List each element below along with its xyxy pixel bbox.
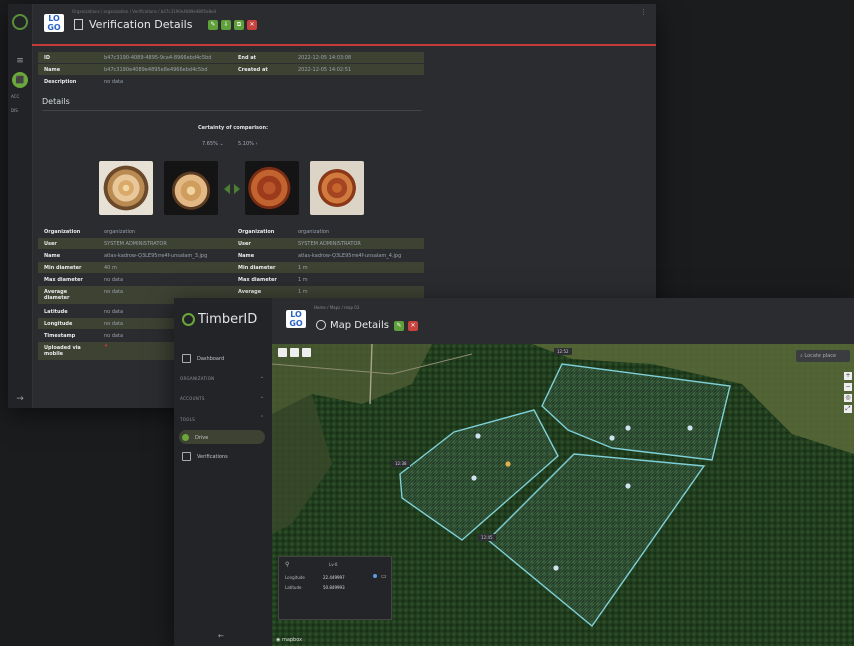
- pin-icon: ⚲: [285, 561, 290, 568]
- sidebar-acc-label: ACC: [11, 94, 20, 99]
- arrow-right-icon: [234, 184, 240, 194]
- sidebar-group-accounts[interactable]: ACCOUNTS: [180, 396, 205, 401]
- log-image-2[interactable]: [164, 161, 218, 215]
- table-row: Latitude no data: [44, 309, 124, 315]
- map-sidebar: TimberID Dashboard ORGANIZATION ⌄ ACCOUN…: [174, 298, 273, 646]
- table-row: Organization organization Organization o…: [44, 229, 330, 235]
- verification-sidebar: ≡ ⬛ ACC DIS →: [8, 4, 33, 408]
- sidebar-item-dashboard[interactable]: Dashboard: [182, 354, 224, 363]
- globe-icon: [316, 320, 326, 330]
- delete-button[interactable]: ✕: [408, 321, 418, 331]
- draw-polygon-icon[interactable]: [278, 348, 287, 357]
- map-marker[interactable]: [553, 565, 559, 571]
- edit-button[interactable]: ✎: [208, 20, 218, 30]
- draw-point-icon[interactable]: [290, 348, 299, 357]
- table-row: ID b47c3190-4089-4895-9ca4-8966ebd4c5bd …: [38, 52, 424, 63]
- map-header: LO GO Home / Maps / map 03 Map Details ✎ …: [272, 298, 854, 344]
- sidebar-dis-label: DIS: [11, 108, 18, 113]
- map-marker[interactable]: [625, 425, 631, 431]
- org-badge-icon: LO GO: [44, 14, 64, 32]
- timestamp-label: 12:45: [478, 534, 496, 541]
- zoom-in-button[interactable]: +: [844, 372, 852, 380]
- zoom-out-button[interactable]: −: [844, 383, 852, 391]
- map-window: TimberID Dashboard ORGANIZATION ⌄ ACCOUN…: [174, 298, 854, 646]
- drive-icon[interactable]: ⬛: [12, 72, 28, 88]
- map-marker[interactable]: [687, 425, 693, 431]
- page-title: Verification Details: [89, 18, 193, 31]
- map-marker[interactable]: [471, 475, 477, 481]
- certainty-label: Certainty of comparison:: [198, 125, 269, 131]
- mapbox-attribution[interactable]: ◉ mapbox: [276, 637, 302, 643]
- collapse-arrow-icon[interactable]: ←: [218, 632, 224, 640]
- breadcrumb[interactable]: Organizations / organization / Verificat…: [72, 9, 216, 14]
- timberid-logo-icon: [12, 14, 28, 30]
- table-row: Timestamp no data: [44, 333, 124, 339]
- trash-icon[interactable]: [302, 348, 311, 357]
- map-marker[interactable]: [475, 433, 481, 439]
- edit-button[interactable]: ✎: [394, 321, 404, 331]
- download-button[interactable]: ⇩: [221, 20, 231, 30]
- table-row: Max diameter no data Max diameter 1 m: [44, 277, 308, 283]
- zoom-controls: + − ◎ ⤢: [844, 372, 852, 416]
- folder-icon[interactable]: ▭: [381, 573, 387, 580]
- sidebar-group-tools[interactable]: TOOLS: [180, 417, 195, 422]
- breadcrumb[interactable]: Home / Maps / map 03: [314, 305, 359, 310]
- dashboard-icon: [182, 354, 191, 363]
- verifications-icon: [182, 452, 191, 461]
- fullscreen-button[interactable]: ⤢: [844, 405, 852, 413]
- drive-icon: [182, 434, 189, 441]
- table-row: Uploaded via mobile •: [38, 342, 174, 360]
- timestamp-label: 12:38: [392, 460, 410, 467]
- satellite-map[interactable]: ⌕ Locate place + − ◎ ⤢ 12:52 12:38 12:45…: [271, 343, 854, 646]
- compass-button[interactable]: ◎: [844, 394, 852, 402]
- log-image-3[interactable]: [245, 161, 299, 215]
- copy-button[interactable]: ⧉: [234, 20, 244, 30]
- org-badge-icon: LO GO: [286, 310, 306, 328]
- timestamp-label: 12:52: [554, 348, 572, 355]
- table-row: Name atlas-kadrow-Q3LE95rre4f-unsalam_3.…: [44, 253, 402, 259]
- timberid-logo-icon: [182, 313, 195, 326]
- map-marker-selected[interactable]: [505, 461, 511, 467]
- document-icon: [74, 19, 83, 30]
- delete-button[interactable]: ✕: [247, 20, 257, 30]
- table-row: Description no data: [44, 79, 124, 85]
- brand-logo[interactable]: TimberID: [182, 312, 257, 327]
- table-row: Min diameter 40 m Min diameter 1 m: [38, 262, 424, 273]
- chevron-up-icon[interactable]: ⌃: [260, 415, 264, 421]
- table-row: User SYSTEM ADMINISTRATOR User SYSTEM AD…: [38, 238, 424, 249]
- right-certainty-select[interactable]: 5.10% ›: [238, 141, 257, 147]
- expand-arrow-icon[interactable]: →: [15, 394, 25, 404]
- map-search-input[interactable]: ⌕ Locate place: [796, 350, 850, 362]
- table-row: Longitude no data: [38, 318, 174, 329]
- log-image-1[interactable]: [99, 161, 153, 215]
- point-info-popup[interactable]: ⚲ Lv-0 Longitude 22.449997 Latitude 50.8…: [278, 556, 392, 620]
- map-marker[interactable]: [625, 483, 631, 489]
- chevron-down-icon[interactable]: ⌄: [260, 374, 264, 380]
- log-image-4[interactable]: [310, 161, 364, 215]
- details-heading: Details: [42, 97, 70, 106]
- divider: [42, 110, 422, 111]
- list-icon[interactable]: ≡: [15, 56, 25, 66]
- color-dot-icon: [373, 574, 377, 578]
- sidebar-item-verifications[interactable]: Verifications: [182, 452, 228, 461]
- table-row: Name b47c3190e4089e4895e8e4966ebd4c5bd C…: [38, 64, 424, 75]
- more-menu-icon[interactable]: ⋮: [640, 8, 648, 16]
- map-marker[interactable]: [609, 435, 615, 441]
- left-certainty-select[interactable]: 7.65% ⌄: [202, 141, 224, 147]
- chevron-down-icon[interactable]: ⌄: [260, 394, 264, 400]
- point-title: Lv-0: [329, 562, 338, 567]
- sidebar-item-drive[interactable]: Drive: [182, 434, 208, 441]
- sidebar-group-organization[interactable]: ORGANIZATION: [180, 376, 214, 381]
- arrow-left-icon: [224, 184, 230, 194]
- page-title: Map Details: [330, 320, 389, 331]
- verification-header: LO GO Organizations / organization / Veri…: [32, 4, 656, 46]
- status-dot-icon: •: [104, 342, 109, 350]
